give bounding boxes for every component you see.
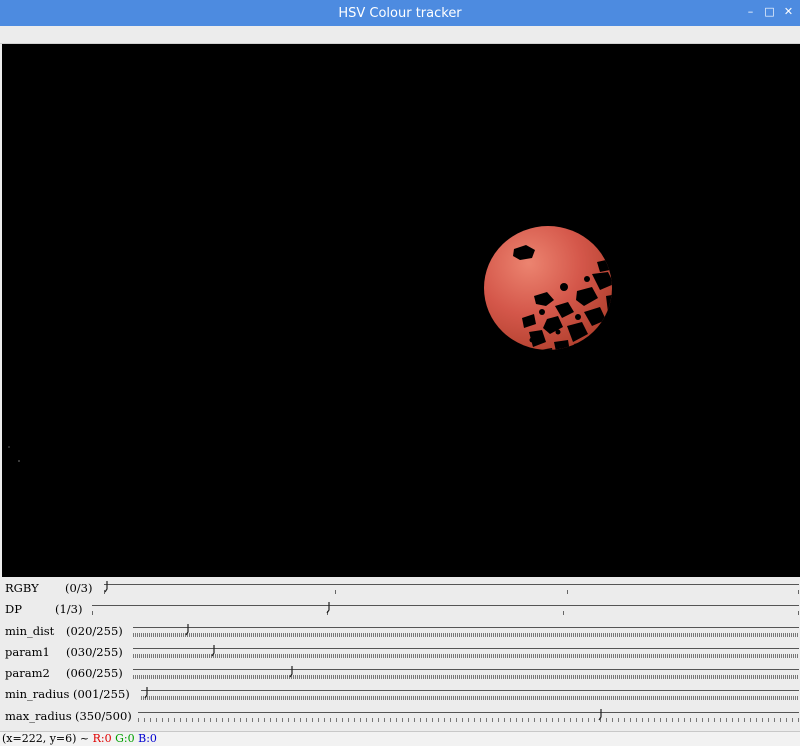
close-icon[interactable]: ✕ — [783, 5, 794, 19]
trackbar-groove — [138, 711, 799, 713]
toolbar — [0, 26, 800, 44]
trackbar-ticks — [92, 611, 799, 616]
window-controls: – □ ✕ — [745, 5, 794, 19]
trackbar-handle[interactable] — [185, 623, 191, 636]
pixel-blue-value: B:0 — [138, 732, 157, 745]
trackbar-groove — [141, 690, 799, 692]
trackbar-groove — [92, 605, 799, 607]
trackbar-rgby: RGBY (0/3) — [0, 577, 800, 598]
trackbar-panel: RGBY (0/3) DP (1/3) min_dist (020/255) p… — [0, 577, 800, 726]
trackbar-ticks — [141, 696, 799, 701]
trackbar-param1: param1 (030/255) — [0, 641, 800, 662]
trackbar-ticks — [104, 590, 799, 595]
trackbar-value: (001/255) — [73, 687, 130, 702]
pixel-red-value: R:0 — [92, 732, 112, 745]
trackbar-value: (030/255) — [66, 644, 123, 659]
image-viewport[interactable] — [2, 44, 800, 577]
maximize-icon[interactable]: □ — [764, 5, 775, 19]
trackbar-param2: param2 (060/255) — [0, 662, 800, 683]
minimize-icon[interactable]: – — [745, 5, 756, 19]
trackbar-slider[interactable] — [133, 620, 799, 641]
trackbar-groove — [133, 669, 799, 671]
trackbar-max-radius: max_radius (350/500) — [0, 705, 800, 726]
cursor-coords: (x=222, y=6) ~ — [2, 732, 90, 745]
trackbar-min-radius: min_radius (001/255) — [0, 683, 800, 704]
pixel-green-value: G:0 — [115, 732, 135, 745]
trackbar-slider[interactable] — [92, 598, 799, 619]
trackbar-value: (020/255) — [66, 623, 123, 638]
noise-speck — [18, 460, 20, 462]
trackbar-value: (1/3) — [55, 602, 83, 617]
trackbar-ticks — [133, 675, 799, 680]
trackbar-handle[interactable] — [289, 666, 295, 678]
trackbar-label: param2 — [5, 666, 50, 681]
trackbar-handle[interactable] — [104, 581, 110, 593]
noise-speck — [8, 446, 10, 448]
trackbar-slider[interactable] — [133, 641, 799, 662]
trackbar-slider[interactable] — [141, 683, 799, 704]
trackbar-label: DP — [5, 602, 22, 617]
trackbar-value: (350/500) — [75, 708, 132, 723]
trackbar-label: RGBY — [5, 581, 39, 595]
trackbar-slider[interactable] — [138, 705, 799, 726]
trackbar-slider[interactable] — [104, 577, 799, 598]
title-bar: HSV Colour tracker – □ ✕ — [0, 0, 800, 26]
trackbar-ticks — [133, 632, 799, 637]
trackbar-groove — [133, 626, 799, 628]
window-title: HSV Colour tracker — [338, 5, 462, 21]
tracked-frame — [2, 44, 800, 577]
trackbar-groove — [104, 584, 799, 585]
trackbar-groove — [133, 647, 799, 649]
trackbar-handle[interactable] — [598, 708, 604, 721]
status-bar: (x=222, y=6) ~ R:0 G:0 B:0 — [0, 731, 800, 746]
trackbar-label: max_radius — [5, 708, 72, 723]
trackbar-dp: DP (1/3) — [0, 598, 800, 619]
trackbar-min-dist: min_dist (020/255) — [0, 620, 800, 641]
trackbar-handle[interactable] — [211, 644, 217, 657]
trackbar-label: param1 — [5, 644, 50, 659]
trackbar-ticks — [138, 717, 799, 722]
trackbar-label: min_dist — [5, 623, 55, 638]
trackbar-handle[interactable] — [326, 602, 332, 614]
trackbar-slider[interactable] — [133, 662, 799, 683]
trackbar-label: min_radius — [5, 687, 70, 702]
trackbar-ticks — [133, 653, 799, 658]
trackbar-value: (0/3) — [65, 581, 93, 595]
trackbar-handle[interactable] — [144, 687, 150, 699]
trackbar-value: (060/255) — [66, 666, 123, 681]
